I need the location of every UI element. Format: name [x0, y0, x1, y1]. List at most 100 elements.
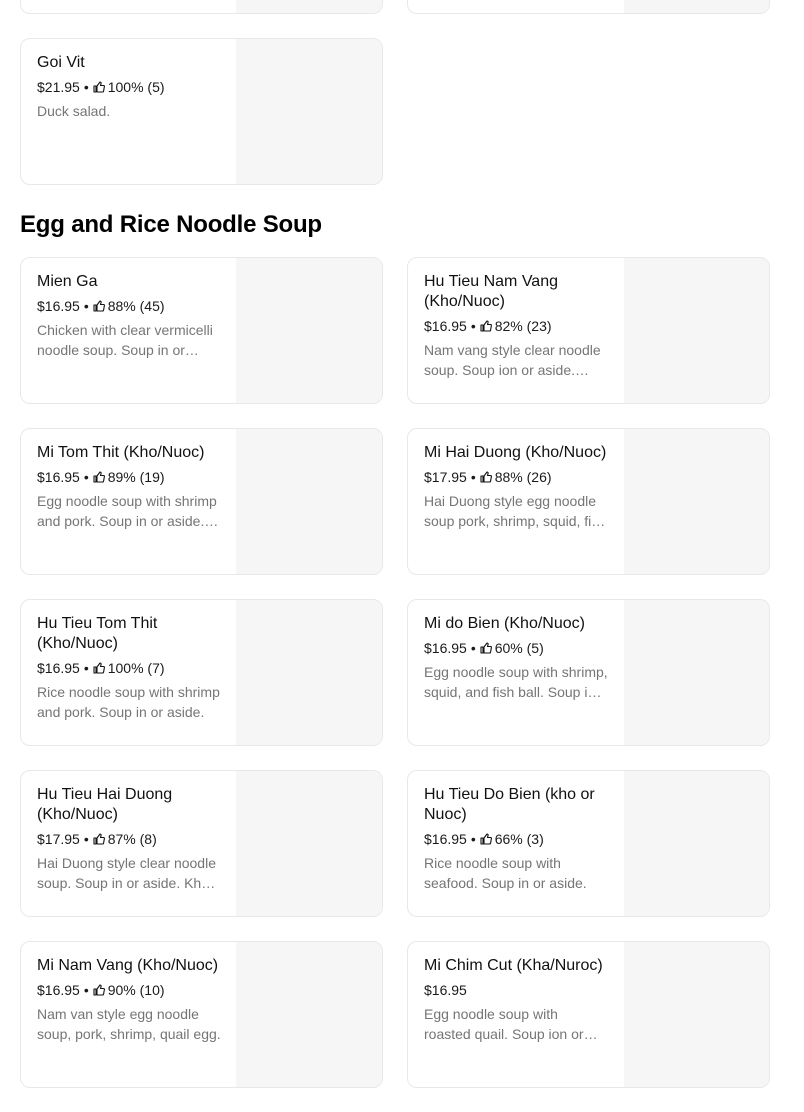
menu-item-description: Rice noodle soup with shrimp and pork. S… — [37, 684, 220, 720]
menu-item-meta: $16.95 • 88% (45) — [37, 296, 223, 316]
menu-item-info: Hu Tieu Do Bien (kho or Nuoc) $16.95 • 6… — [424, 785, 608, 893]
menu-item-name: Mi Hai Duong (Kho/Nuoc) — [424, 444, 607, 461]
menu-item-card[interactable]: Mi do Bien (Kho/Nuoc) $16.95 • 60% (5) E… — [407, 599, 770, 746]
separator-dot: • — [83, 831, 89, 847]
menu-item-meta: $16.95 • 82% (23) — [424, 316, 608, 336]
separator-dot: • — [470, 469, 476, 485]
menu-item-image — [624, 0, 769, 13]
menu-item-description: Nam van style egg noodle soup, pork, shr… — [37, 1006, 221, 1042]
thumbs-up-icon — [480, 320, 492, 332]
menu-item-image — [624, 771, 769, 916]
menu-item-rating: 88% (45) — [107, 298, 165, 314]
menu-item-image — [236, 942, 382, 1087]
menu-item-price: $17.95 — [37, 831, 80, 847]
menu-item-image — [236, 258, 382, 403]
menu-item-card[interactable]: Mi Chim Cut (Kha/Nuroc) $16.95 Egg noodl… — [407, 941, 770, 1088]
menu-item-image — [236, 429, 382, 574]
menu-item-rating: 100% (7) — [107, 660, 165, 676]
menu-item-image — [236, 0, 382, 13]
menu-item-image — [624, 258, 769, 403]
separator-dot: • — [83, 469, 89, 485]
menu-item-rating: 88% (26) — [494, 469, 552, 485]
menu-item-image — [236, 771, 382, 916]
menu-item-rating: 60% (5) — [494, 640, 544, 656]
menu-item-price: $16.95 — [37, 469, 80, 485]
menu-item-description: Duck salad. — [37, 103, 111, 119]
menu-item-name: Hu Tieu Nam Vang (Kho/Nuoc) — [424, 273, 558, 310]
menu-item-card[interactable]: Mi Tom Thit (Kho/Nuoc) $16.95 • 89% (19)… — [20, 428, 383, 575]
menu-item-image — [624, 942, 769, 1087]
menu-item-name: Goi Vit — [37, 54, 85, 71]
menu-item-name: Mi do Bien (Kho/Nuoc) — [424, 615, 585, 632]
separator-dot: • — [83, 660, 89, 676]
separator-dot: • — [470, 640, 476, 656]
menu-item-meta: $16.95 • 90% (10) — [37, 980, 223, 1000]
menu-item-card[interactable]: Hu Tieu Tom Thit (Kho/Nuoc) $16.95 • 100… — [20, 599, 383, 746]
menu-item-rating: 100% (5) — [107, 79, 165, 95]
menu-item-description: Nam vang style clear noodle soup. Soup i… — [424, 342, 601, 378]
thumbs-up-icon — [480, 642, 492, 654]
menu-item-card-partial[interactable] — [20, 0, 383, 14]
thumbs-up-icon — [480, 833, 492, 845]
menu-item-card[interactable]: Goi Vit $21.95 • 100% (5) Duck salad. — [20, 38, 383, 185]
menu-item-info: Mien Ga $16.95 • 88% (45) Chicken with c… — [37, 272, 223, 360]
thumbs-up-icon — [93, 662, 105, 674]
menu-item-name: Hu Tieu Hai Duong (Kho/Nuoc) — [37, 786, 173, 823]
menu-item-meta: $17.95 • 88% (26) — [424, 467, 608, 487]
menu-item-info: Goi Vit $21.95 • 100% (5) Duck salad. — [37, 53, 223, 121]
menu-item-card-partial[interactable] — [407, 0, 770, 14]
thumbs-up-icon — [93, 833, 105, 845]
menu-item-meta: $17.95 • 87% (8) — [37, 829, 223, 849]
thumbs-up-icon — [93, 471, 105, 483]
separator-dot: • — [83, 298, 89, 314]
menu-item-info: Hu Tieu Hai Duong (Kho/Nuoc) $17.95 • 87… — [37, 785, 223, 893]
menu-item-meta: $21.95 • 100% (5) — [37, 77, 223, 97]
menu-item-description: Rice noodle soup with seafood. Soup in o… — [424, 855, 587, 891]
menu-item-meta: $16.95 • 66% (3) — [424, 829, 608, 849]
menu-item-card[interactable]: Hu Tieu Do Bien (kho or Nuoc) $16.95 • 6… — [407, 770, 770, 917]
menu-item-info: Hu Tieu Nam Vang (Kho/Nuoc) $16.95 • 82%… — [424, 272, 608, 380]
menu-item-description: Hai Duong style clear noodle soup. Soup … — [37, 855, 216, 891]
separator-dot: • — [470, 318, 476, 334]
menu-item-meta: $16.95 • 100% (7) — [37, 658, 223, 678]
menu-item-info: Mi Hai Duong (Kho/Nuoc) $17.95 • 88% (26… — [424, 443, 608, 531]
menu-item-image — [236, 600, 382, 745]
menu-item-description: Egg noodle soup with roasted quail. Soup… — [424, 1006, 584, 1042]
menu-item-description: Egg noodle soup with shrimp, squid, and … — [424, 664, 608, 700]
thumbs-up-icon — [93, 81, 105, 93]
section-title: Egg and Rice Noodle Soup — [20, 211, 322, 238]
menu-item-info: Mi do Bien (Kho/Nuoc) $16.95 • 60% (5) E… — [424, 614, 608, 702]
menu-item-price: $16.95 — [424, 831, 467, 847]
menu-item-meta: $16.95 — [424, 980, 608, 1000]
separator-dot: • — [83, 982, 89, 998]
menu-item-description: Hai Duong style egg noodle soup pork, sh… — [424, 493, 607, 529]
menu-item-name: Hu Tieu Do Bien (kho or Nuoc) — [424, 786, 595, 823]
thumbs-up-icon — [480, 471, 492, 483]
menu-item-image — [236, 39, 382, 184]
menu-item-rating: 82% (23) — [494, 318, 552, 334]
menu-item-info: Mi Tom Thit (Kho/Nuoc) $16.95 • 89% (19)… — [37, 443, 223, 531]
menu-item-price: $16.95 — [424, 982, 467, 998]
thumbs-up-icon — [93, 984, 105, 996]
menu-item-card[interactable]: Hu Tieu Hai Duong (Kho/Nuoc) $17.95 • 87… — [20, 770, 383, 917]
menu-item-name: Mi Chim Cut (Kha/Nuroc) — [424, 957, 603, 974]
menu-item-price: $16.95 — [37, 982, 80, 998]
thumbs-up-icon — [93, 300, 105, 312]
menu-item-card[interactable]: Mien Ga $16.95 • 88% (45) Chicken with c… — [20, 257, 383, 404]
menu-item-image — [624, 600, 769, 745]
menu-item-card[interactable]: Mi Hai Duong (Kho/Nuoc) $17.95 • 88% (26… — [407, 428, 770, 575]
menu-item-rating: 90% (10) — [107, 982, 165, 998]
menu-item-card[interactable]: Mi Nam Vang (Kho/Nuoc) $16.95 • 90% (10)… — [20, 941, 383, 1088]
menu-item-name: Mi Nam Vang (Kho/Nuoc) — [37, 957, 219, 974]
menu-item-name: Mien Ga — [37, 273, 98, 290]
menu-item-price: $16.95 — [37, 660, 80, 676]
menu-item-rating: 89% (19) — [107, 469, 165, 485]
menu-item-meta: $16.95 • 60% (5) — [424, 638, 608, 658]
menu-item-price: $16.95 — [37, 298, 80, 314]
menu-item-meta: $16.95 • 89% (19) — [37, 467, 223, 487]
menu-item-info: Mi Chim Cut (Kha/Nuroc) $16.95 Egg noodl… — [424, 956, 608, 1044]
menu-item-rating: 87% (8) — [107, 831, 157, 847]
menu-item-description: Egg noodle soup with shrimp and pork. So… — [37, 493, 217, 529]
menu-item-card[interactable]: Hu Tieu Nam Vang (Kho/Nuoc) $16.95 • 82%… — [407, 257, 770, 404]
menu-item-name: Mi Tom Thit (Kho/Nuoc) — [37, 444, 205, 461]
